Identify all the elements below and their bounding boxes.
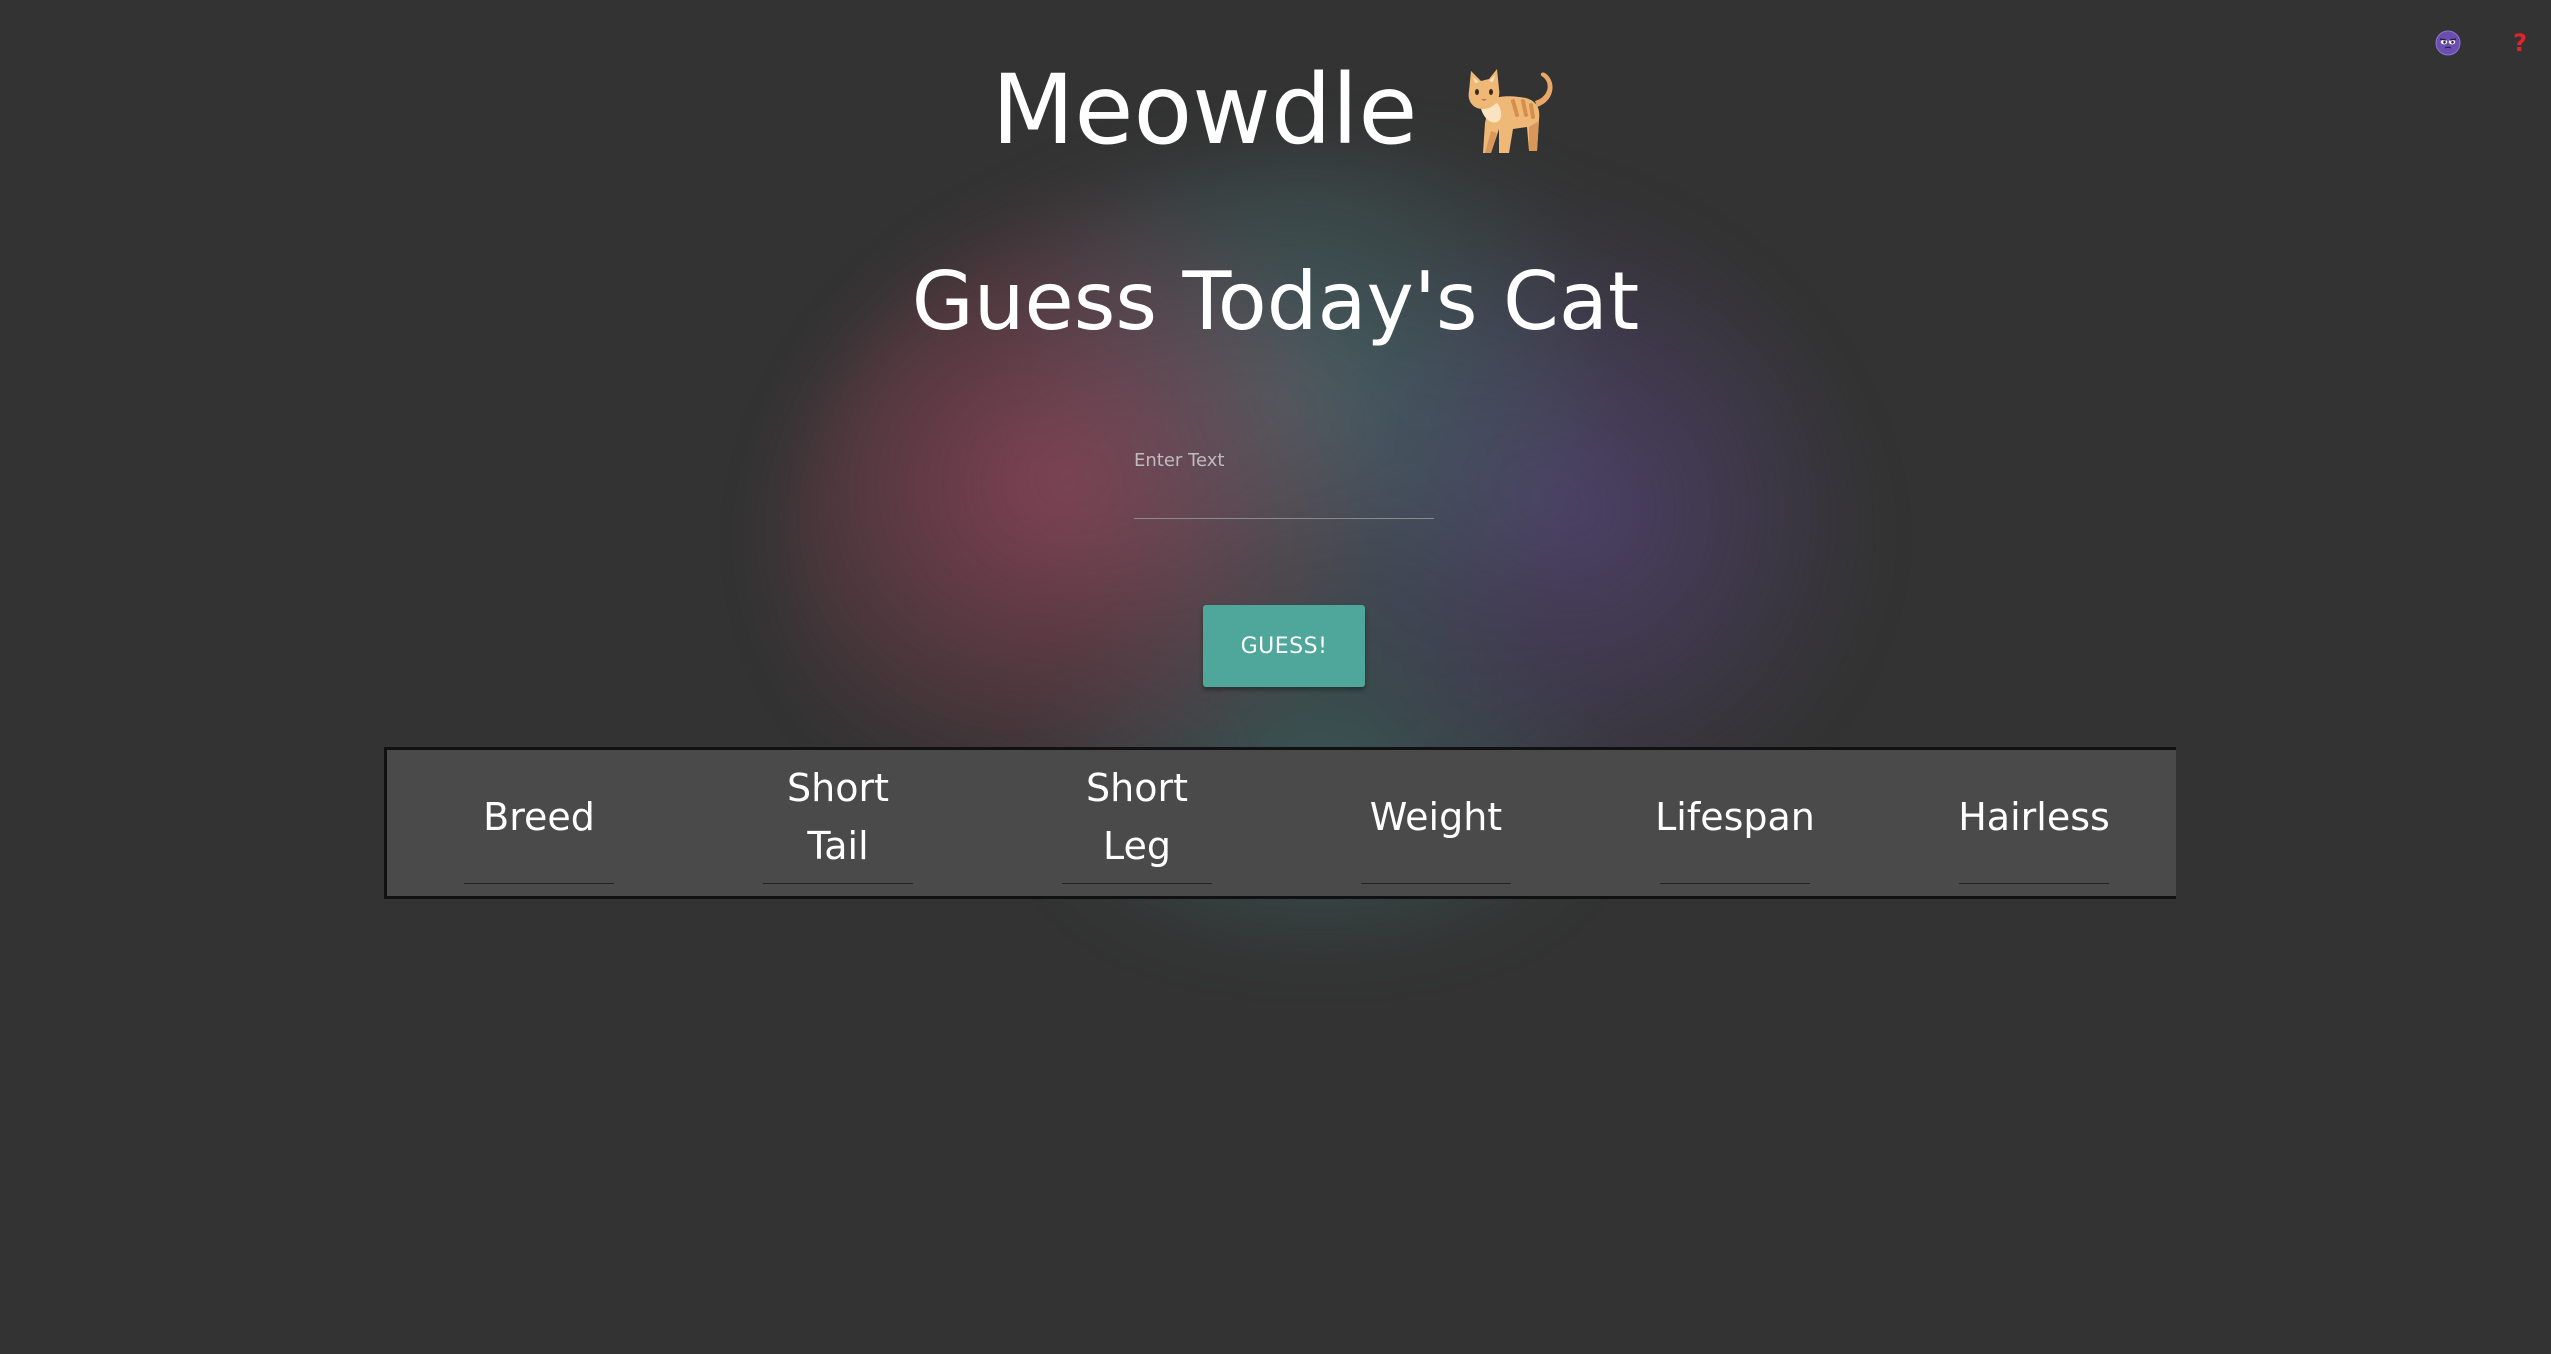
- attribute-header-hairless: Hairless: [1958, 750, 2110, 884]
- guess-input-label: Enter Text: [1134, 450, 1225, 471]
- app-title: Meowdle: [991, 54, 1560, 166]
- attribute-header-weight: Weight: [1361, 750, 1511, 884]
- attribute-header-bar: Breed Short Tail Short Leg Weight Lifesp…: [384, 747, 2176, 899]
- guess-button[interactable]: GUESS!: [1203, 605, 1365, 687]
- page: ? Meowdle Guess Today's Cat Enter Text G…: [0, 0, 2551, 1354]
- corner-icons: ?: [2435, 30, 2527, 56]
- attribute-label: Weight: [1369, 795, 1503, 839]
- attribute-header-lifespan: Lifespan: [1655, 750, 1815, 884]
- help-icon[interactable]: ?: [2513, 31, 2527, 55]
- attribute-header-short-tail: Short Tail: [763, 750, 913, 884]
- app-title-text: Meowdle: [991, 54, 1418, 166]
- attribute-header-breed: Breed: [464, 750, 614, 884]
- guess-input[interactable]: [1134, 477, 1434, 519]
- header: Meowdle: [0, 54, 2551, 166]
- attribute-label: Short Leg: [1086, 766, 1188, 868]
- cat-icon: [1469, 68, 1553, 153]
- attribute-label: Breed: [483, 795, 595, 839]
- attribute-label: Short Tail: [787, 766, 889, 868]
- guess-input-group: Enter Text: [1134, 450, 1434, 519]
- page-subtitle: Guess Today's Cat: [911, 255, 1640, 348]
- theme-toggle-icon[interactable]: [2435, 30, 2461, 56]
- attribute-label: Lifespan: [1655, 795, 1815, 839]
- attribute-header-short-leg: Short Leg: [1062, 750, 1212, 884]
- attribute-label: Hairless: [1958, 795, 2110, 839]
